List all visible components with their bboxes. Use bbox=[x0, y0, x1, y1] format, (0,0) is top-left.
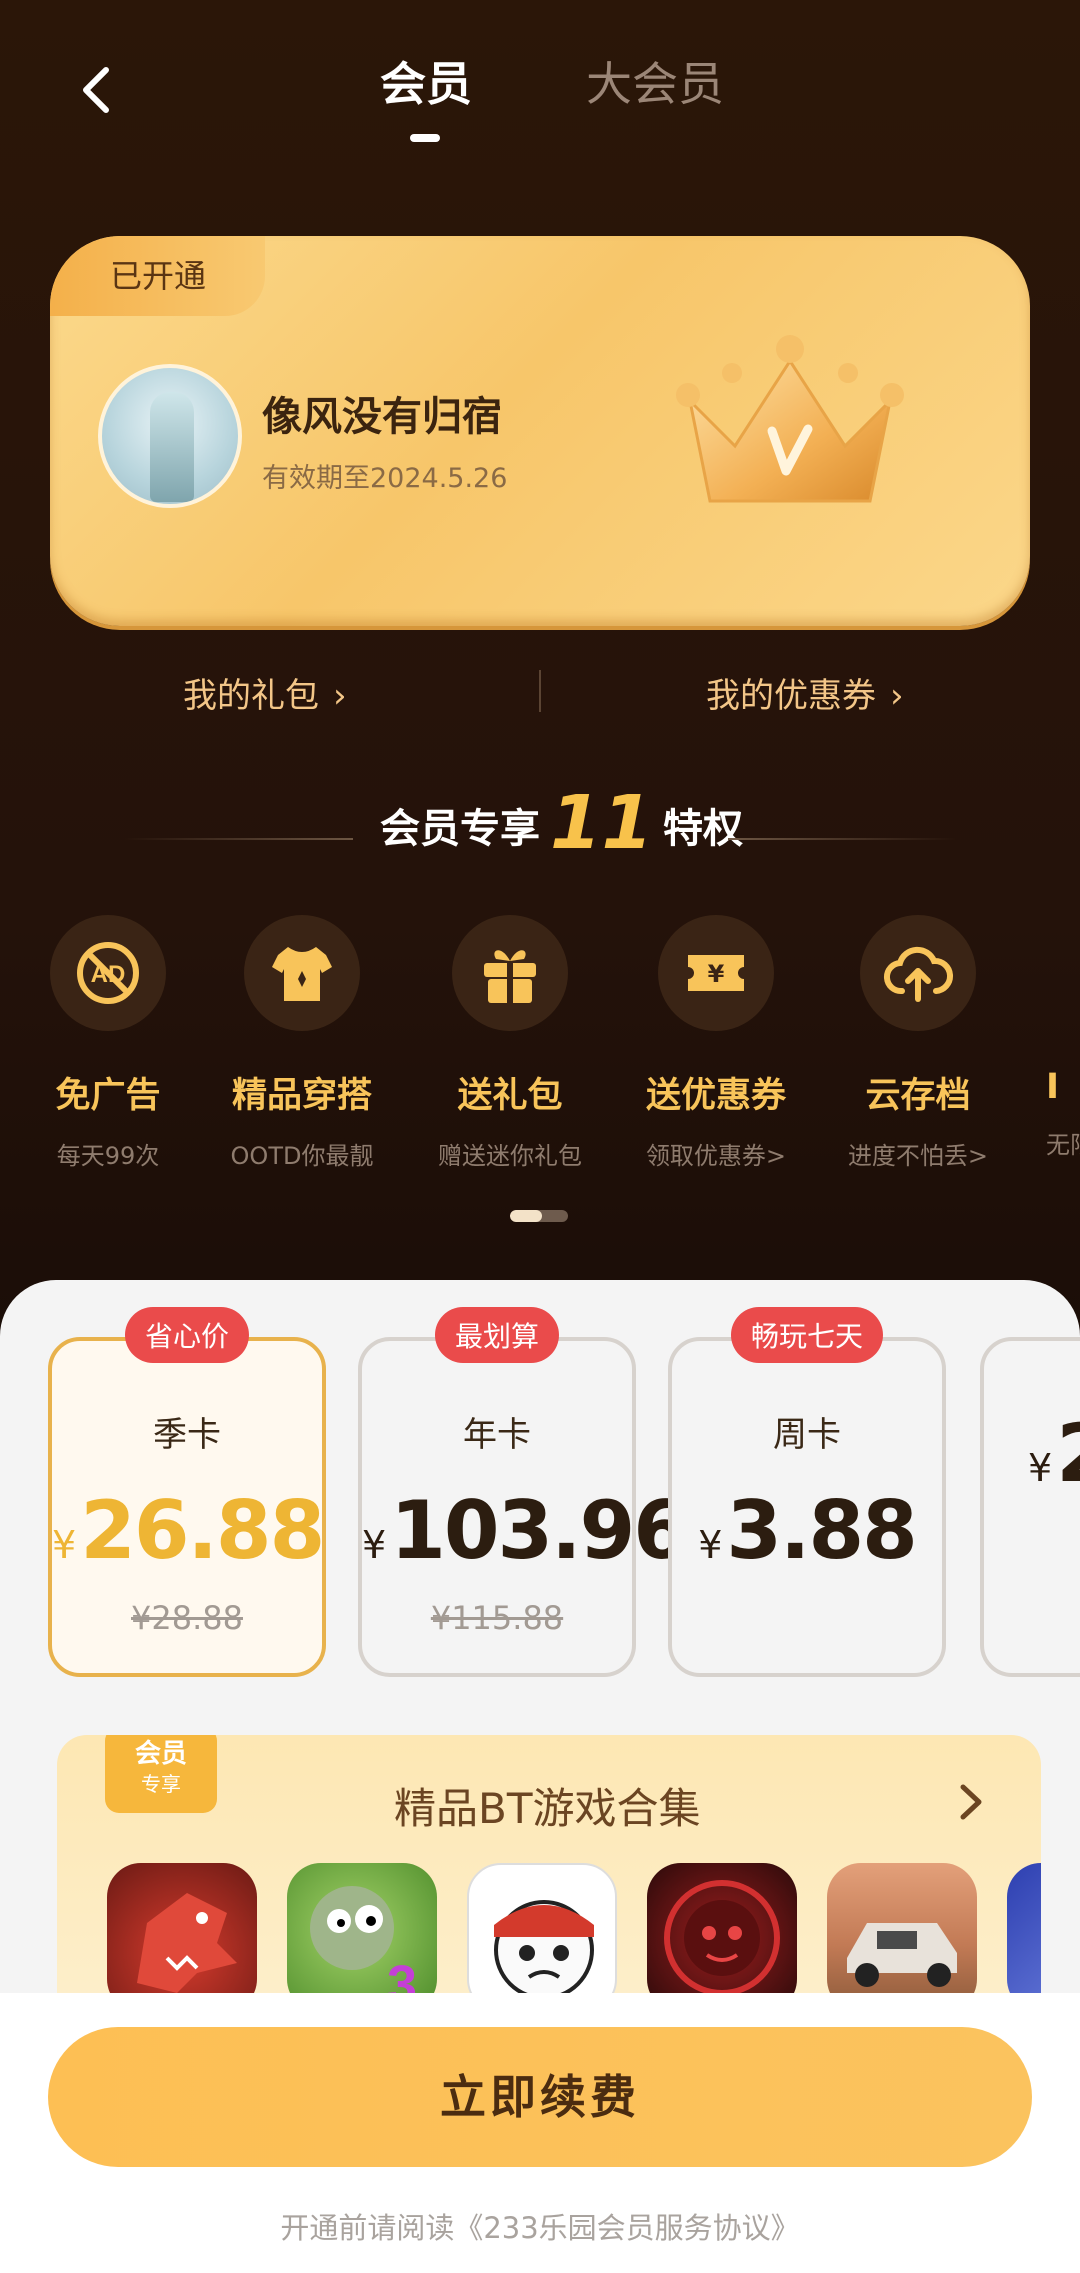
privilege-name: 送优惠券 bbox=[645, 1076, 786, 1116]
privilege-desc: 进度不怕丢> bbox=[847, 1142, 989, 1170]
price-value: 26.88 bbox=[80, 1484, 325, 1577]
plan-tag: 畅玩七天 bbox=[730, 1307, 884, 1363]
my-coupon-label: 我的优惠券 bbox=[706, 676, 876, 716]
plan-tag: 省心价 bbox=[124, 1307, 250, 1363]
avatar-figure bbox=[150, 392, 194, 502]
plan-card-week[interactable]: 畅玩七天 周卡 ¥3.88 bbox=[668, 1307, 946, 1677]
no-ad-icon: AD bbox=[50, 915, 166, 1031]
privilege-desc: 赠送迷你礼包 bbox=[438, 1142, 582, 1170]
tab-big-member[interactable]: 大会员 bbox=[586, 48, 724, 114]
privilege-desc: 无限 bbox=[1046, 1131, 1080, 1159]
status-badge: 已开通 bbox=[50, 236, 265, 316]
price-value: 2 bbox=[1056, 1407, 1080, 1500]
privilege-desc: 每天99次 bbox=[56, 1142, 160, 1170]
plan-name: 季卡 bbox=[153, 1415, 221, 1455]
currency-symbol: ¥ bbox=[698, 1523, 722, 1567]
plan-name: 周卡 bbox=[773, 1415, 841, 1455]
privilege-coupon[interactable]: ¥ 送优惠券 领取优惠券> bbox=[616, 915, 816, 1171]
chevron-right-icon: › bbox=[890, 676, 904, 716]
privilege-partial[interactable]: I 无限 bbox=[1046, 915, 1080, 1160]
title-decoration-line bbox=[728, 838, 956, 840]
game-icon-dinosaur[interactable] bbox=[107, 1863, 257, 2013]
privilege-name: I bbox=[1046, 1067, 1060, 1107]
plan-card-season[interactable]: 省心价 季卡 ¥26.88 ¥28.88 bbox=[48, 1307, 326, 1677]
back-button[interactable] bbox=[70, 60, 130, 120]
my-gift-link[interactable]: 我的礼包 › bbox=[183, 668, 347, 717]
plan-card-year[interactable]: 最划算 年卡 ¥103.96 ¥115.88 bbox=[358, 1307, 689, 1677]
membership-card: 已开通 像风没有归宿 有效期至2024.5.26 bbox=[50, 236, 1030, 626]
price-value: 103.96 bbox=[390, 1484, 689, 1577]
coupon-icon: ¥ bbox=[658, 915, 774, 1031]
title-decoration-line bbox=[125, 838, 353, 840]
privilege-name: 云存档 bbox=[865, 1076, 971, 1116]
original-price: ¥115.88 bbox=[430, 1599, 564, 1637]
my-gift-label: 我的礼包 bbox=[183, 676, 319, 716]
user-name: 像风没有归宿 bbox=[262, 394, 502, 440]
plan-tag: 最划算 bbox=[434, 1307, 560, 1363]
game-icon-cartoon-face[interactable] bbox=[467, 1863, 617, 2013]
plan-price: ¥103.96 bbox=[362, 1484, 689, 1577]
privileges-count: 11 bbox=[550, 780, 653, 866]
service-agreement-link[interactable]: 开通前请阅读《233乐园会员服务协议》 bbox=[0, 2205, 1080, 2247]
tab-member[interactable]: 会员 bbox=[380, 48, 472, 114]
gift-icon bbox=[452, 915, 568, 1031]
currency-symbol: ¥ bbox=[362, 1523, 386, 1567]
avatar[interactable] bbox=[98, 364, 242, 508]
tshirt-icon bbox=[244, 915, 360, 1031]
original-price: ¥28.88 bbox=[131, 1599, 243, 1637]
badge-line2: 专享 bbox=[141, 1772, 181, 1796]
price-value: 3.88 bbox=[726, 1484, 917, 1577]
privileges-title-suffix: 特权 bbox=[662, 806, 743, 852]
partial-icon bbox=[1046, 915, 1080, 1031]
plan-price: ¥3.88 bbox=[672, 1484, 942, 1577]
game-icon-zombie[interactable]: 3 bbox=[287, 1863, 437, 2013]
member-exclusive-badge: 会员 专享 bbox=[105, 1735, 217, 1813]
privilege-desc: OOTD你最靓 bbox=[230, 1142, 374, 1170]
privilege-no-ads[interactable]: AD 免广告 每天99次 bbox=[8, 915, 208, 1171]
crown-icon bbox=[676, 335, 904, 503]
expiry-date: 有效期至2024.5.26 bbox=[262, 463, 508, 494]
chevron-right-icon: › bbox=[333, 676, 347, 716]
plan-price: ¥2 bbox=[1028, 1407, 1080, 1500]
chevron-right-icon[interactable] bbox=[951, 1777, 991, 1827]
privilege-name: 免广告 bbox=[55, 1076, 161, 1116]
privileges-title: 会员专享 11 特权 bbox=[380, 780, 743, 866]
plan-card-partial[interactable]: ¥2 bbox=[980, 1337, 1080, 1677]
privilege-cloud-save[interactable]: 云存档 进度不怕丢> bbox=[818, 915, 1018, 1171]
currency-symbol: ¥ bbox=[52, 1523, 76, 1567]
carousel-pager bbox=[510, 1210, 568, 1222]
privilege-desc: 领取优惠券> bbox=[645, 1142, 787, 1170]
privilege-name: 精品穿搭 bbox=[231, 1076, 372, 1116]
chevron-left-icon bbox=[83, 67, 109, 113]
plan-name: 年卡 bbox=[463, 1415, 531, 1455]
pager-active-dot bbox=[510, 1210, 542, 1222]
currency-symbol: ¥ bbox=[1028, 1446, 1052, 1490]
cloud-upload-icon bbox=[860, 915, 976, 1031]
privilege-outfit[interactable]: 精品穿搭 OOTD你最靓 bbox=[202, 915, 402, 1171]
svg-text:¥: ¥ bbox=[708, 960, 725, 988]
privilege-gift-pack[interactable]: 送礼包 赠送迷你礼包 bbox=[410, 915, 610, 1171]
bt-games-title: 精品BT游戏合集 bbox=[394, 1784, 701, 1833]
footer: 立即续费 开通前请阅读《233乐园会员服务协议》 bbox=[0, 1993, 1080, 2273]
game-icon-partial[interactable] bbox=[1007, 1863, 1041, 2013]
privilege-name: 送礼包 bbox=[457, 1076, 563, 1116]
plan-price: ¥26.88 bbox=[52, 1484, 325, 1577]
my-coupon-link[interactable]: 我的优惠券 › bbox=[706, 668, 904, 717]
badge-line1: 会员 bbox=[134, 1739, 187, 1769]
renew-button[interactable]: 立即续费 bbox=[48, 2027, 1032, 2167]
active-tab-indicator bbox=[410, 134, 440, 142]
divider bbox=[539, 670, 541, 712]
game-icon-monkey-emblem[interactable] bbox=[647, 1863, 797, 2013]
privileges-title-prefix: 会员专享 bbox=[380, 806, 540, 852]
game-icon-desert-vehicle[interactable] bbox=[827, 1863, 977, 2013]
